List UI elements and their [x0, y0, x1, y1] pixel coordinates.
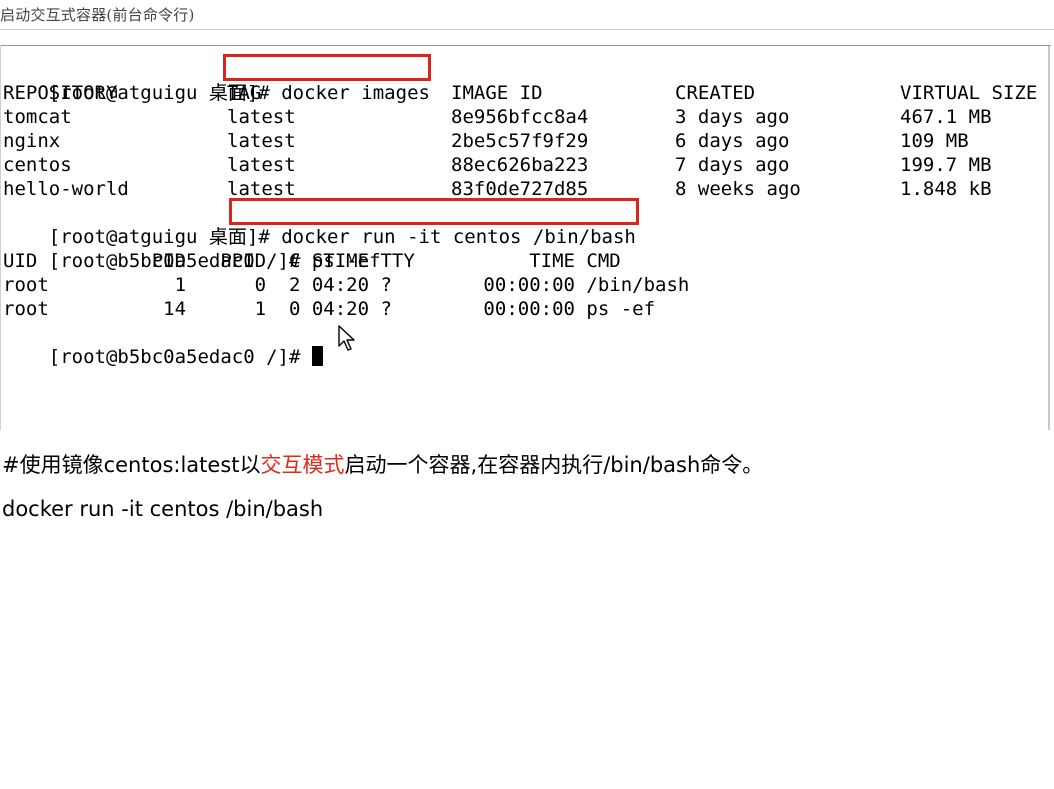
cell-tag: latest: [227, 130, 296, 152]
terminal-window[interactable]: [root@atguigu 桌面]# docker images REPOSIT…: [0, 45, 1051, 430]
terminal-line-prompt-4: [root@b5bc0a5edac0 /]#: [3, 321, 323, 368]
cell-created: 7 days ago: [675, 154, 790, 176]
column-header: VIRTUAL SIZE: [900, 82, 1038, 104]
cell-repository: centos: [3, 154, 72, 176]
text-cursor: [311, 346, 323, 366]
description-emphasis: 交互模式: [260, 453, 345, 477]
shell-prompt: [root@b5bc0a5edac0 /]#: [48, 346, 312, 368]
highlight-box-docker-images: [223, 54, 431, 81]
page-title: 启动交互式容器(前台命令行): [0, 6, 195, 24]
cell-tag: latest: [227, 106, 296, 128]
cell-size: 467.1 MB: [900, 106, 992, 128]
table-row: tomcat latest 8e956bfcc8a4 3 days ago 46…: [3, 105, 1043, 129]
description-part: #使用镜像centos:latest以: [2, 453, 261, 477]
cell-image-id: 2be5c57f9f29: [451, 130, 589, 152]
cell-size: 109 MB: [900, 130, 969, 152]
cell-image-id: 88ec626ba223: [451, 154, 589, 176]
table-row: centos latest 88ec626ba223 7 days ago 19…: [3, 153, 1043, 177]
table-row: root 1 0 2 04:20 ? 00:00:00 /bin/bash: [3, 274, 690, 296]
column-header: REPOSITORY: [3, 82, 118, 104]
cell-repository: nginx: [3, 130, 61, 152]
cell-created: 3 days ago: [675, 106, 790, 128]
cell-size: 199.7 MB: [900, 154, 992, 176]
column-header: TAG: [227, 82, 262, 104]
cell-tag: latest: [227, 154, 296, 176]
cell-repository: tomcat: [3, 106, 72, 128]
command-example: docker run -it centos /bin/bash: [2, 497, 324, 521]
description-text: #使用镜像centos:latest以交互模式启动一个容器,在容器内执行/bin…: [2, 448, 763, 482]
column-header: CREATED: [675, 82, 756, 104]
column-header: IMAGE ID: [451, 82, 543, 104]
cell-size: 1.848 kB: [900, 178, 992, 200]
cell-created: 8 weeks ago: [675, 178, 801, 200]
table-row: root 14 1 0 04:20 ? 00:00:00 ps -ef: [3, 298, 656, 320]
terminal-line-prompt-3: [root@b5bc0a5edac0 /]# ps -ef: [3, 225, 381, 272]
cell-created: 6 days ago: [675, 130, 790, 152]
ps-table-header: UID PID PPID C STIME TTY TIME CMD: [3, 250, 621, 272]
title-divider: [0, 29, 1054, 30]
highlight-box-docker-run: [229, 198, 639, 225]
images-table-header: REPOSITORY TAG IMAGE ID CREATED VIRTUAL …: [3, 81, 1043, 105]
description-part: 启动一个容器,在容器内执行/bin/bash命令。: [344, 453, 764, 477]
mouse-pointer-icon: [338, 325, 355, 351]
cell-image-id: 8e956bfcc8a4: [451, 106, 589, 128]
cell-repository: hello-world: [3, 178, 129, 200]
terminal-top-border: [1, 45, 1051, 46]
table-row: nginx latest 2be5c57f9f29 6 days ago 109…: [3, 129, 1043, 153]
